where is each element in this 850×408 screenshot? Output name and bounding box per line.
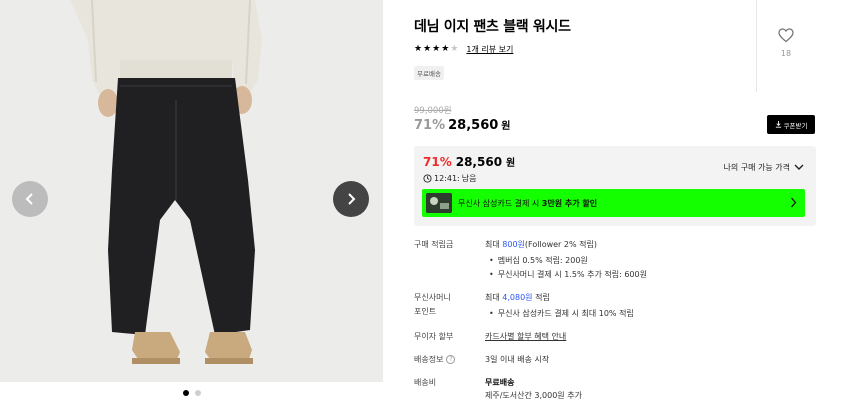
chevron-left-icon (25, 193, 33, 205)
installment-link[interactable]: 카드사별 할부 혜택 안내 (485, 330, 566, 344)
like-count: 18 (780, 49, 792, 58)
product-title: 데님 이지 팬츠 블랙 워시드 (414, 19, 571, 35)
delivery-label: 배송정보? (414, 353, 474, 367)
like-button[interactable]: 18 (770, 28, 802, 58)
money-sub: 무신사 삼성카드 결제 시 최대 10% 적립 (489, 307, 634, 320)
star-rating: ★ ★ ★ ★ ★ (414, 45, 458, 54)
sale-price: 28,560 (448, 118, 499, 133)
prev-image-button[interactable] (12, 181, 48, 217)
card-thumbnail (426, 193, 452, 213)
original-price: 99,000원 (414, 106, 452, 116)
next-image-button[interactable] (333, 181, 369, 217)
help-icon[interactable]: ? (446, 355, 456, 364)
money-value: 최대 4,080원 적립 (485, 293, 550, 302)
star-icon: ★ (432, 44, 441, 54)
my-price-toggle[interactable]: 나의 구매 가능 가격 (723, 162, 804, 173)
delivery-value: 3일 이내 배송 시작 (485, 355, 550, 364)
points-value: 최대 800원(Follower 2% 적립) (485, 240, 597, 249)
price-box: 71% 28,560 원 나의 구매 가능 가격 12:41: 남음 무신사 삼성… (414, 146, 816, 226)
star-empty-icon: ★ (450, 44, 459, 54)
discount-rate: 71% (414, 118, 446, 133)
discount-rate-red: 71% (423, 155, 452, 169)
installment-label: 무이자 할부 (414, 332, 454, 341)
card-banner-text: 무신사 삼성카드 결제 시 3만원 추가 할인 (458, 198, 598, 208)
card-discount-banner[interactable]: 무신사 삼성카드 결제 시 3만원 추가 할인 (422, 189, 805, 217)
like-divider (756, 0, 757, 92)
final-price: 28,560 (455, 155, 503, 169)
star-icon: ★ (414, 44, 423, 54)
pagination-dot[interactable] (194, 390, 201, 396)
coupon-button[interactable]: 쿠폰받기 (767, 115, 815, 134)
price-row: 71% 28,560 원 (414, 117, 511, 133)
shipping-fee-value: 무료배송 (485, 378, 515, 387)
timer-suffix: 남음 (461, 174, 477, 183)
chevron-right-icon (348, 193, 356, 205)
points-sub: 무신사머니 결제 시 1.5% 추가 적립: 600원 (489, 268, 647, 281)
my-price-label: 나의 구매 가능 가격 (723, 163, 790, 172)
points-sub: 멤버십 0.5% 적립: 200원 (489, 254, 588, 267)
heart-icon (778, 28, 794, 43)
shipping-badge: 무료배송 (414, 66, 444, 80)
product-gallery[interactable] (0, 0, 383, 382)
shipping-fee-label: 배송비 (414, 378, 437, 387)
gallery-pagination (0, 390, 383, 396)
money-label: 무신사머니 포인트 (414, 293, 451, 316)
review-link[interactable]: 1개 리뷰 보기 (466, 44, 513, 55)
timer-value: 12:41: (434, 174, 460, 183)
shipping-fee-sub: 제주/도서산간 3,000원 추가 (485, 391, 582, 400)
price-box-price: 71% 28,560 원 (423, 154, 515, 169)
clock-icon (423, 174, 432, 183)
star-icon: ★ (441, 44, 450, 54)
pagination-dot[interactable] (182, 390, 189, 396)
coupon-label: 쿠폰받기 (783, 121, 808, 130)
currency-label: 원 (506, 158, 516, 169)
currency-label: 원 (501, 121, 511, 132)
points-label: 구매 적립금 (414, 240, 454, 249)
rating-row: ★ ★ ★ ★ ★ 1개 리뷰 보기 (414, 44, 513, 55)
chevron-right-icon (791, 197, 797, 208)
chevron-down-icon (794, 164, 804, 170)
download-icon (775, 121, 781, 128)
star-icon: ★ (423, 44, 432, 54)
timer: 12:41: 남음 (423, 173, 476, 184)
product-photo (0, 0, 383, 382)
